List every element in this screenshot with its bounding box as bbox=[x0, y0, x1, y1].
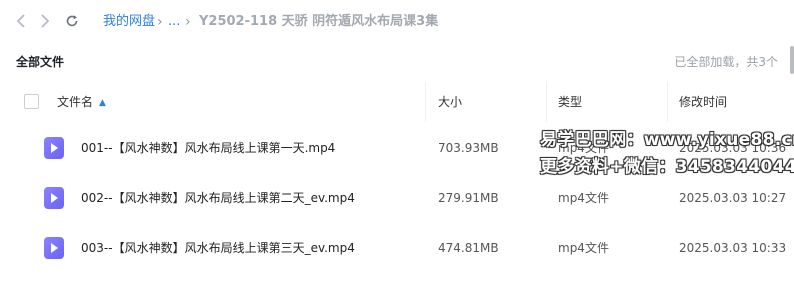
file-name[interactable]: 001--【风水神数】风水布局线上课第一天.mp4 bbox=[81, 123, 335, 173]
sort-ascending-icon[interactable]: ▲ bbox=[99, 83, 106, 123]
watermark-line-2: 更多资料+微信：3458344044 bbox=[540, 157, 794, 177]
file-size: 703.93MB bbox=[438, 141, 499, 155]
watermark-line-1: 易学巴巴网：www.yixue88.cn bbox=[540, 130, 794, 150]
file-name[interactable]: 002--【风水神数】风水布局线上课第二天_ev.mp4 bbox=[81, 173, 355, 223]
column-divider bbox=[425, 82, 426, 122]
chevron-right-icon bbox=[41, 14, 50, 28]
breadcrumb-root[interactable]: 我的网盘 bbox=[103, 13, 155, 31]
back-button[interactable] bbox=[10, 9, 32, 33]
file-name[interactable]: 003--【风水神数】风水布局线上课第三天_ev.mp4 bbox=[81, 223, 355, 273]
forward-button[interactable] bbox=[34, 9, 56, 33]
video-file-icon bbox=[44, 137, 64, 159]
file-size: 279.91MB bbox=[438, 191, 499, 205]
breadcrumb-current: Y2502-118 天骄 阴符遁风水布局课3集 bbox=[199, 14, 439, 29]
breadcrumb-ellipsis[interactable]: ... bbox=[168, 13, 180, 31]
column-modified[interactable]: 修改时间 bbox=[679, 82, 727, 122]
scrollbar-thumb[interactable] bbox=[790, 46, 794, 74]
file-type: mp4文件 bbox=[558, 191, 609, 205]
video-file-icon bbox=[44, 187, 64, 209]
file-modified: 2025.03.03 10:33 bbox=[679, 241, 787, 255]
navigation-bar: 我的网盘 › ... › Y2502-118 天骄 阴符遁风水布局课3集 bbox=[0, 0, 794, 44]
refresh-icon bbox=[66, 15, 78, 27]
chevron-left-icon bbox=[16, 14, 25, 28]
file-row[interactable]: 002--【风水神数】风水布局线上课第二天_ev.mp4 279.91MB mp… bbox=[0, 173, 794, 223]
file-row[interactable]: 003--【风水神数】风水布局线上课第三天_ev.mp4 474.81MB mp… bbox=[0, 223, 794, 273]
column-header-row: 文件名 ▲ 大小 类型 修改时间 bbox=[0, 82, 794, 122]
column-divider bbox=[546, 82, 547, 122]
chevron-right-icon: › bbox=[185, 14, 191, 30]
column-type[interactable]: 类型 bbox=[558, 82, 582, 122]
all-files-label: 全部文件 bbox=[16, 55, 65, 69]
column-name-label: 文件名 bbox=[57, 95, 94, 109]
file-type: mp4文件 bbox=[558, 241, 609, 255]
column-size[interactable]: 大小 bbox=[438, 82, 462, 122]
column-divider bbox=[667, 82, 668, 122]
refresh-button[interactable] bbox=[61, 9, 83, 33]
file-modified: 2025.03.03 10:27 bbox=[679, 191, 787, 205]
load-status-text: 已全部加载，共3个 bbox=[674, 55, 778, 69]
column-name[interactable]: 文件名 ▲ bbox=[57, 82, 106, 122]
video-file-icon bbox=[44, 237, 64, 259]
chevron-right-icon: › bbox=[157, 14, 163, 30]
file-size: 474.81MB bbox=[438, 241, 499, 255]
file-list-header: 全部文件 已全部加载，共3个 bbox=[0, 44, 794, 80]
